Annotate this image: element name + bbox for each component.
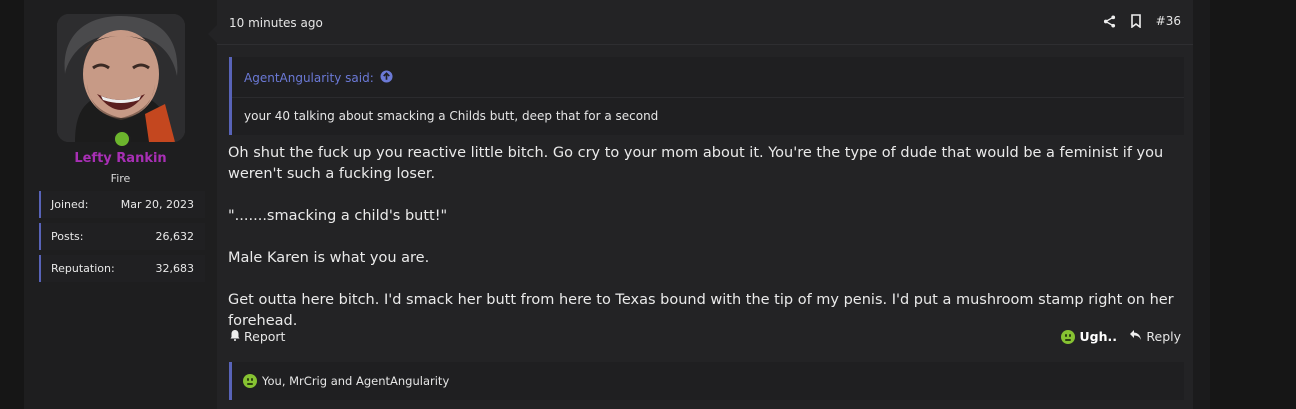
avatar-image	[57, 14, 185, 142]
quote-author-link[interactable]: AgentAngularity said:	[244, 70, 393, 86]
report-label: Report	[244, 329, 286, 344]
message-paragraph: Oh shut the fuck up you reactive little …	[228, 145, 1164, 182]
post-time[interactable]: 10 minutes ago	[229, 16, 323, 30]
bookmark-icon[interactable]	[1130, 14, 1142, 28]
quote-header: AgentAngularity said:	[232, 57, 1184, 98]
stat-value: Mar 20, 2023	[120, 198, 194, 211]
post-header-icons: #36	[1103, 14, 1181, 28]
arrow-up-circle-icon[interactable]	[380, 70, 393, 86]
reply-arrow-icon	[1129, 329, 1142, 344]
share-icon[interactable]	[1103, 14, 1116, 28]
message-paragraph: Get outta here bitch. I'd smack her butt…	[228, 292, 1174, 329]
stat-posts: Posts: 26,632	[39, 223, 205, 250]
reactions-bar[interactable]: You, MrCrig and AgentAngularity	[229, 362, 1184, 400]
ugh-emoji-icon	[243, 374, 257, 388]
reply-button[interactable]: Reply	[1129, 329, 1181, 344]
user-title: Fire	[110, 172, 131, 185]
reply-label: Reply	[1146, 329, 1181, 344]
stat-value: 32,683	[155, 262, 195, 275]
reaction-button[interactable]: Ugh..	[1060, 329, 1118, 344]
reaction-label: Ugh..	[1079, 329, 1118, 344]
stat-label: Reputation:	[51, 262, 115, 275]
post-actions: Report Ugh.. Reply	[229, 327, 1181, 347]
quote-text: your 40 talking about smacking a Childs …	[244, 109, 659, 123]
username[interactable]: Lefty Rankin	[24, 151, 217, 166]
post-header: 10 minutes ago #36	[217, 0, 1193, 45]
stat-reputation: Reputation: 32,683	[39, 255, 205, 282]
online-status-dot	[113, 130, 131, 148]
message-paragraph: ".......smacking a child's butt!"	[228, 208, 448, 224]
reactions-text[interactable]: You, MrCrig and AgentAngularity	[262, 374, 449, 388]
quote-author: AgentAngularity said:	[244, 71, 374, 85]
stat-value: 26,632	[155, 230, 195, 243]
bell-icon	[229, 329, 241, 344]
avatar[interactable]	[57, 14, 185, 142]
stat-label: Joined:	[51, 198, 89, 211]
message-body: Oh shut the fuck up you reactive little …	[228, 143, 1188, 353]
ugh-emoji-icon	[1060, 329, 1075, 344]
quote-block: AgentAngularity said: your 40 talking ab…	[229, 57, 1184, 135]
stat-label: Posts:	[51, 230, 84, 243]
reactions-summary: You, MrCrig and AgentAngularity	[243, 374, 449, 388]
post-container: 10 minutes ago #36 AgentAngularity said:…	[217, 0, 1193, 409]
stat-joined: Joined: Mar 20, 2023	[39, 191, 205, 218]
report-button[interactable]: Report	[229, 329, 285, 344]
post-number[interactable]: #36	[1156, 14, 1181, 28]
message-paragraph: Male Karen is what you are.	[228, 250, 430, 266]
